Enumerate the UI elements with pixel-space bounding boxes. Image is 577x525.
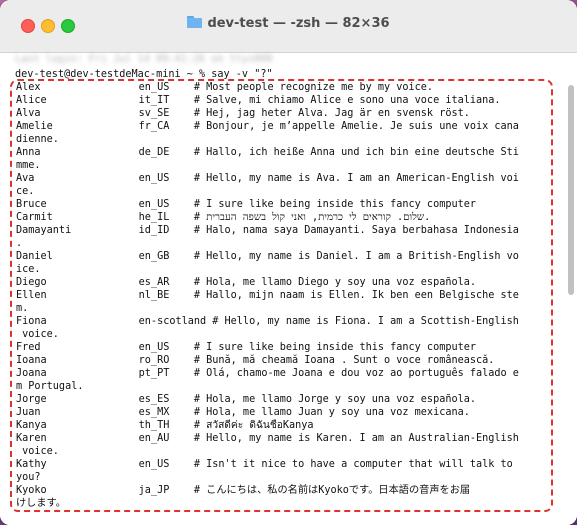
terminal-output-line: Carmit he_IL # שלום. קוראים לי כרמית, וא…	[16, 212, 431, 223]
terminal-output-line: Joana pt_PT # Olá, chamo-me Joana e dou …	[16, 368, 519, 379]
terminal-output-line: Fiona en-scotland # Hello, my name is Fi…	[16, 316, 519, 327]
terminal-output-line: Alva sv_SE # Hej, jag heter Alva. Jag är…	[16, 108, 470, 119]
terminal-output-line: Alice it_IT # Salve, mi chiamo Alice e s…	[16, 95, 501, 106]
terminal-output-line: Fred en_US # I sure like being inside th…	[16, 342, 477, 353]
terminal-output-line: Kathy en_US # Isn't it nice to have a co…	[16, 459, 513, 470]
terminal-output-line: Daniel en_GB # Hello, my name is Daniel.…	[16, 251, 519, 262]
desktop-background: dev-test — -zsh — 82×36 Last login: Fri …	[0, 0, 577, 525]
terminal-output-line: Ava en_US # Hello, my name is Ava. I am …	[16, 173, 519, 184]
window-title: dev-test — -zsh — 82×36	[207, 16, 390, 31]
terminal-output-line: Diego es_AR # Hola, me llamo Diego y soy…	[16, 277, 477, 288]
terminal-output-line: Damayanti id_ID # Halo, nama saya Damaya…	[16, 225, 519, 236]
terminal-output-line: Karen en_AU # Hello, my name is Karen. I…	[16, 433, 519, 444]
terminal-output-line: m Portugal.	[16, 381, 84, 392]
terminal-output-line: Jorge es_ES # Hola, me llamo Jorge y soy…	[16, 394, 477, 405]
previous-output-line: Last login: Fri Jul 14 09:41:26 on ttys0…	[15, 54, 273, 65]
title-bar[interactable]: dev-test — -zsh — 82×36	[0, 0, 577, 53]
terminal-output-line: Alex en_US # Most people recognize me by…	[16, 82, 434, 93]
terminal-output-line: m.	[16, 303, 29, 314]
terminal-output-line: Ellen nl_BE # Hallo, mijn naam is Ellen.…	[16, 290, 519, 301]
terminal-output-line: Bruce en_US # I sure like being inside t…	[16, 199, 477, 210]
terminal-output-line: ce.	[16, 186, 35, 197]
terminal-output-line: Kanya th_TH # สวัสดีค่ะ ดิฉันชื่อKanya	[16, 420, 314, 431]
voice-list: Alex en_US # Most people recognize me by…	[16, 81, 550, 510]
terminal-output-line: voice.	[16, 446, 59, 457]
terminal-output-line: Kyoko ja_JP # こんにちは、私の名前はKyokoです。日本語の音声を…	[16, 485, 471, 496]
folder-icon	[187, 16, 203, 28]
window-title-container: dev-test — -zsh — 82×36	[0, 16, 577, 31]
terminal-output-line: mme.	[16, 160, 41, 171]
terminal-output-line: けします。	[16, 498, 66, 509]
terminal-output-line: ice.	[16, 264, 41, 275]
terminal-output-line: dienne.	[16, 134, 59, 145]
terminal-output-line: Ioana ro_RO # Bună, mă cheamă Ioana . Su…	[16, 355, 495, 366]
terminal-window: dev-test — -zsh — 82×36 Last login: Fri …	[0, 0, 577, 525]
terminal-output-line: .	[16, 238, 23, 249]
terminal-output-line: Amelie fr_CA # Bonjour, je m’appelle Ame…	[16, 121, 519, 132]
terminal-output-line: you?	[16, 472, 41, 483]
terminal-output-line: Juan es_MX # Hola, me llamo Juan y soy u…	[16, 407, 470, 418]
terminal-output-line: Anna de_DE # Hallo, ich heiße Anna und i…	[16, 147, 519, 158]
vertical-scrollbar[interactable]	[568, 85, 574, 295]
terminal-output-line: voice.	[16, 329, 59, 340]
terminal-content[interactable]: Last login: Fri Jul 14 09:41:26 on ttys0…	[0, 53, 577, 525]
